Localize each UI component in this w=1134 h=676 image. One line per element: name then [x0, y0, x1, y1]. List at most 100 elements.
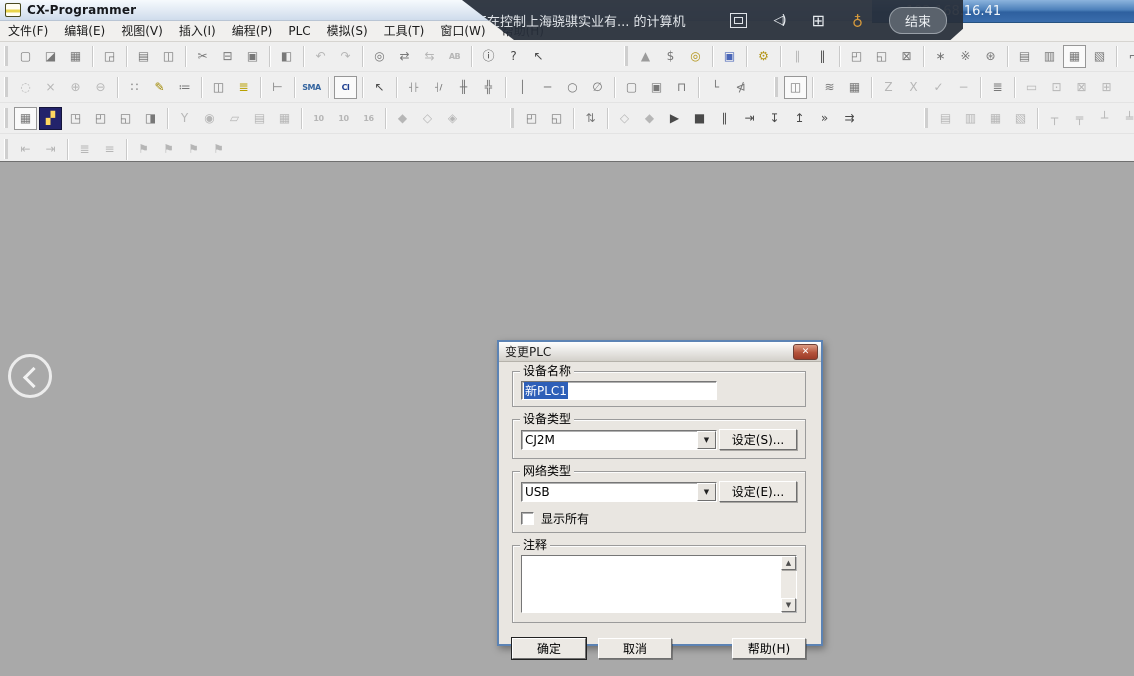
contact-or-no-icon[interactable]: ╫: [452, 76, 475, 99]
find-online-icon[interactable]: ◎: [684, 45, 707, 68]
toolbar-grip[interactable]: [924, 108, 928, 128]
device-type-settings-button[interactable]: 设定(S)...: [719, 429, 797, 450]
sim-step-out-icon[interactable]: ↥: [788, 107, 811, 130]
network-branch-1-icon[interactable]: ┬: [1043, 107, 1066, 130]
sim-continuous-run-icon[interactable]: »: [813, 107, 836, 130]
data-stack-icon[interactable]: ≋: [818, 76, 841, 99]
sim-hand-2-icon[interactable]: ◆: [638, 107, 661, 130]
paste-icon[interactable]: ▣: [241, 45, 264, 68]
scroll-down-icon[interactable]: ▼: [781, 598, 796, 612]
sma-library-icon[interactable]: SMA: [300, 76, 323, 99]
compare-with-plc-icon[interactable]: ⊠: [895, 45, 918, 68]
menu-simulation[interactable]: 模拟(S): [319, 20, 376, 41]
sim-hand-1-icon[interactable]: ◇: [613, 107, 636, 130]
upload-from-plc-icon[interactable]: ◱: [870, 45, 893, 68]
find-next-icon[interactable]: ⇆: [418, 45, 441, 68]
help-button[interactable]: 帮助(H): [732, 638, 806, 659]
contact-nc-icon[interactable]: ┤/: [427, 76, 450, 99]
line-connect-icon[interactable]: └: [704, 76, 727, 99]
print-icon[interactable]: ▤: [132, 45, 155, 68]
toolbar-grip[interactable]: [510, 108, 514, 128]
network-type-dropdown-icon[interactable]: ▼: [697, 483, 716, 501]
zoom-out-icon[interactable]: ⊖: [89, 76, 112, 99]
watch-window-icon[interactable]: ≣: [986, 76, 1009, 99]
menu-insert[interactable]: 插入(I): [171, 20, 224, 41]
work-online-simulator-icon[interactable]: ▲: [634, 45, 657, 68]
device-type-select[interactable]: CJ2M ▼: [521, 430, 717, 450]
print-preview-icon[interactable]: ◫: [157, 45, 180, 68]
menu-edit[interactable]: 编辑(E): [56, 20, 113, 41]
menu-program[interactable]: 编程(P): [224, 20, 281, 41]
force-cancel-icon[interactable]: ◈: [441, 107, 464, 130]
end-session-button[interactable]: 结束: [889, 7, 947, 34]
menu-view[interactable]: 视图(V): [113, 20, 171, 41]
vertical-line-icon[interactable]: │: [511, 76, 534, 99]
about-icon[interactable]: ⓘ: [477, 45, 500, 68]
set-value-z-icon[interactable]: Z: [877, 76, 900, 99]
force-on-icon[interactable]: ◆: [391, 107, 414, 130]
instruction-detail-icon[interactable]: ▣: [645, 76, 668, 99]
menu-plc[interactable]: PLC: [280, 22, 318, 40]
open-file-icon[interactable]: ◪: [39, 45, 62, 68]
speaker-icon[interactable]: ◁): [774, 13, 785, 28]
network-branch-2-icon[interactable]: ╤: [1068, 107, 1091, 130]
pause-icon[interactable]: ‖: [811, 45, 834, 68]
network-rack-3-icon[interactable]: ▦: [984, 107, 1007, 130]
transfer-online-icon[interactable]: ⚙: [752, 45, 775, 68]
save-simulation-icon[interactable]: ◰: [520, 107, 543, 130]
io-rack-4-icon[interactable]: ▧: [1088, 45, 1111, 68]
indent-rung-icon[interactable]: ⇥: [39, 138, 62, 161]
io-rack-1-icon[interactable]: ▤: [1013, 45, 1036, 68]
sim-run-icon[interactable]: ▶: [663, 107, 686, 130]
instruction-icon[interactable]: ▢: [620, 76, 643, 99]
network-type-select[interactable]: USB ▼: [521, 482, 717, 502]
pl-monitor-icon[interactable]: ◫: [784, 76, 807, 99]
sim-scan-run-icon[interactable]: ⇉: [838, 107, 861, 130]
symbols-table-icon[interactable]: ≣: [232, 76, 255, 99]
watch-sheet-4-icon[interactable]: ⊞: [1095, 76, 1118, 99]
sim-step-run-icon[interactable]: ⇥: [738, 107, 761, 130]
network-branch-3-icon[interactable]: ┴: [1093, 107, 1116, 130]
dialog-close-icon[interactable]: ✕: [793, 344, 818, 360]
new-file-icon[interactable]: ▢: [14, 45, 37, 68]
watch-sheet-2-icon[interactable]: ⊡: [1045, 76, 1068, 99]
menu-tools[interactable]: 工具(T): [376, 20, 433, 41]
monitor-data-icon[interactable]: ∗: [929, 45, 952, 68]
mnemonics-view-icon[interactable]: ◫: [207, 76, 230, 99]
cancel-button[interactable]: 取消: [598, 638, 672, 659]
mark-3-icon[interactable]: ⚑: [182, 138, 205, 161]
network-rack-2-icon[interactable]: ▥: [959, 107, 982, 130]
contact-or-nc-icon[interactable]: ╬: [477, 76, 500, 99]
differential-monitor-icon[interactable]: ⌐: [1122, 45, 1134, 68]
monitor-signed-decimal-icon[interactable]: 10: [332, 107, 355, 130]
device-type-dropdown-icon[interactable]: ▼: [697, 431, 716, 449]
fullscreen-icon[interactable]: [730, 13, 747, 28]
toolbar-grip[interactable]: [4, 139, 8, 159]
online-edit-icon[interactable]: $: [659, 45, 682, 68]
pan-icon[interactable]: ◌: [14, 76, 37, 99]
memory-card-icon[interactable]: ◰: [89, 107, 112, 130]
toolbar-grip[interactable]: [4, 77, 8, 97]
mark-2-icon[interactable]: ⚑: [157, 138, 180, 161]
monitor-clear-icon[interactable]: ⊛: [979, 45, 1002, 68]
data-calendar-icon[interactable]: ▦: [843, 76, 866, 99]
network-rack-4-icon[interactable]: ▧: [1009, 107, 1032, 130]
device-online-icon[interactable]: ▣: [718, 45, 741, 68]
sim-stop-icon[interactable]: ■: [688, 107, 711, 130]
back-button[interactable]: [8, 354, 52, 398]
context-help-icon[interactable]: ↖: [527, 45, 550, 68]
mark-4-icon[interactable]: ⚑: [207, 138, 230, 161]
zoom-in-icon[interactable]: ⊕: [64, 76, 87, 99]
local-report-icon[interactable]: ▤: [248, 107, 271, 130]
clipboard-icon[interactable]: ◧: [275, 45, 298, 68]
cut-icon[interactable]: ✂: [191, 45, 214, 68]
comment-text[interactable]: [522, 556, 781, 612]
network-branch-4-icon[interactable]: ╧: [1118, 107, 1134, 130]
set-value-check-icon[interactable]: ✓: [927, 76, 950, 99]
device-name-input[interactable]: 新PLC1: [521, 381, 717, 400]
watch-sheet-3-icon[interactable]: ⊠: [1070, 76, 1093, 99]
replace-icon[interactable]: ⇄: [393, 45, 416, 68]
monitor-hex-icon[interactable]: 16: [357, 107, 380, 130]
io-memory-icon[interactable]: ◱: [114, 107, 137, 130]
contact-no-icon[interactable]: ┤├: [402, 76, 425, 99]
